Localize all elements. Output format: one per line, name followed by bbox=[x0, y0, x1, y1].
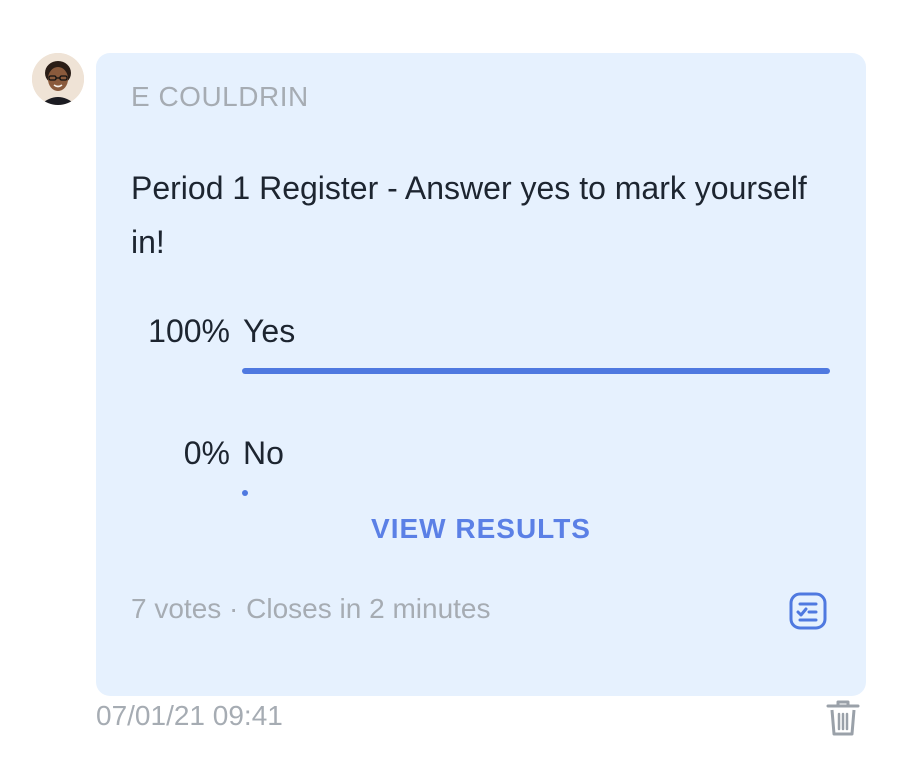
poll-checklist-icon[interactable] bbox=[788, 591, 828, 631]
option-percent: 100% bbox=[148, 313, 230, 349]
user-avatar-icon bbox=[32, 53, 84, 105]
option-label: Yes bbox=[243, 313, 296, 349]
message-timestamp: 07/01/21 09:41 bbox=[96, 700, 283, 731]
trash-icon[interactable] bbox=[824, 698, 862, 738]
option-bar-fill bbox=[242, 368, 830, 374]
poll-question: Period 1 Register - Answer yes to mark y… bbox=[131, 170, 807, 260]
author-name: E COULDRIN bbox=[131, 81, 309, 112]
poll-meta: 7 votes · Closes in 2 minutes bbox=[131, 593, 491, 624]
poll-option-yes[interactable]: 100% Yes bbox=[96, 311, 866, 391]
option-bar-fill bbox=[242, 490, 248, 496]
poll-card: E COULDRIN Period 1 Register - Answer ye… bbox=[96, 53, 866, 696]
option-percent: 0% bbox=[183, 435, 230, 471]
chat-message: E COULDRIN Period 1 Register - Answer ye… bbox=[0, 0, 908, 768]
poll-option-no[interactable]: 0% No bbox=[96, 433, 866, 513]
author-avatar[interactable] bbox=[32, 53, 84, 105]
option-bar-track bbox=[242, 368, 830, 374]
view-results-button[interactable]: VIEW RESULTS bbox=[96, 513, 866, 545]
option-bar-track bbox=[242, 490, 830, 496]
option-label: No bbox=[243, 435, 284, 471]
